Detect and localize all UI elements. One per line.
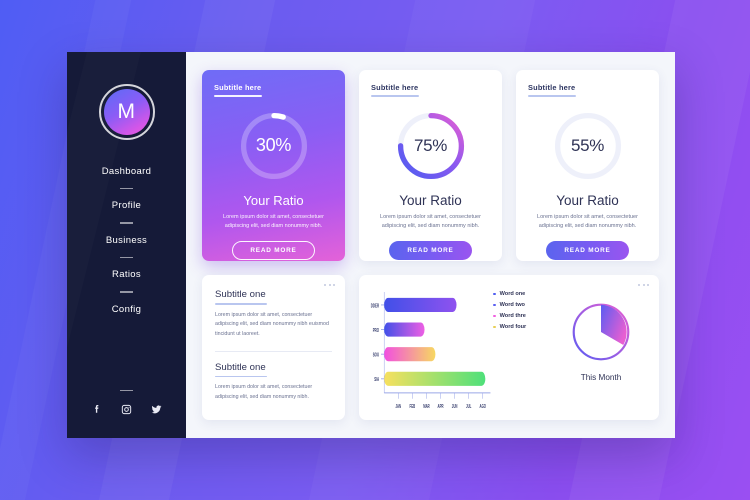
legend-item: Word two bbox=[493, 302, 551, 308]
legend-dot-icon bbox=[493, 325, 496, 329]
svg-text:SOU: SOU bbox=[373, 352, 379, 358]
ratio-cards-row: Subtitle here 30% Your Ratio Lorem ipsum… bbox=[202, 70, 659, 261]
legend-item: Word thre bbox=[493, 313, 551, 319]
ratio-title-3: Your Ratio bbox=[556, 192, 619, 208]
more-options-icon[interactable] bbox=[324, 284, 335, 286]
card-subtitle-rule bbox=[214, 95, 262, 97]
bar-chart: DDER PRO SOU SIA JAN FEB MAR APR JUN JUL… bbox=[365, 285, 493, 414]
card-subtitle-text: Subtitle here bbox=[371, 83, 419, 92]
nav-divider bbox=[120, 291, 133, 293]
read-more-button-2[interactable]: READ MORE bbox=[389, 240, 472, 260]
section-body-2: Lorem ipsum dolor sit amet, consectetuer… bbox=[215, 384, 313, 401]
charts-card: DDER PRO SOU SIA JAN FEB MAR APR JUN JUL… bbox=[359, 275, 659, 420]
svg-text:PRO: PRO bbox=[373, 327, 380, 333]
main-panel: Subtitle here 30% Your Ratio Lorem ipsum… bbox=[186, 52, 675, 438]
read-more-button-1[interactable]: READ MORE bbox=[232, 240, 315, 260]
legend-label: Word four bbox=[499, 324, 527, 330]
ratio-card-3: Subtitle here 55% Your Ratio Lorem ipsum… bbox=[516, 70, 659, 261]
card-subtitle-rule bbox=[371, 95, 419, 97]
sidebar-item-config[interactable]: Config bbox=[108, 302, 146, 317]
donut-chart-3: 55% bbox=[550, 108, 626, 184]
nav-divider bbox=[120, 188, 133, 190]
legend-label: Word two bbox=[499, 302, 525, 308]
social-links bbox=[90, 403, 163, 416]
card-subtitle-text: Subtitle here bbox=[528, 83, 576, 92]
ratio-card-2: Subtitle here 75% Your Ratio Lorem ipsum… bbox=[359, 70, 502, 261]
app-window: M Dashboard Profile Business Ratios Conf… bbox=[67, 52, 675, 438]
ratio-card-1: Subtitle here 30% Your Ratio Lorem ipsum… bbox=[202, 70, 345, 261]
ratio-description-3: Lorem ipsum dolor sit amet, consectetuer… bbox=[537, 213, 638, 230]
sidebar-footer bbox=[90, 381, 163, 416]
read-more-button-3[interactable]: READ MORE bbox=[546, 240, 629, 260]
section-divider bbox=[215, 350, 332, 352]
instagram-icon[interactable] bbox=[120, 403, 133, 416]
card-subtitle: Subtitle here bbox=[528, 83, 647, 97]
nav-divider bbox=[120, 389, 133, 391]
legend-label: Word thre bbox=[499, 313, 526, 319]
svg-text:DDER: DDER bbox=[371, 302, 380, 308]
legend-label: Word one bbox=[499, 291, 526, 297]
sidebar-nav: Dashboard Profile Business Ratios Config bbox=[98, 164, 156, 317]
legend-item: Word one bbox=[493, 291, 551, 297]
text-card: Subtitle one Lorem ipsum dolor sit amet,… bbox=[202, 275, 345, 420]
pie-chart-label: This Month bbox=[580, 373, 622, 382]
legend-dot-icon bbox=[493, 292, 496, 296]
card-subtitle-rule bbox=[528, 95, 576, 97]
section-title-1: Subtitle one bbox=[215, 289, 266, 300]
svg-text:FEB: FEB bbox=[410, 403, 416, 409]
sidebar-item-profile[interactable]: Profile bbox=[108, 198, 145, 213]
twitter-icon[interactable] bbox=[150, 403, 163, 416]
svg-text:MAR: MAR bbox=[423, 403, 429, 409]
nav-divider bbox=[120, 222, 133, 224]
bar-chart-legend: Word one Word two Word thre Word four bbox=[493, 285, 551, 414]
nav-divider bbox=[120, 256, 133, 259]
pie-chart bbox=[570, 301, 632, 363]
svg-text:JUN: JUN bbox=[452, 403, 458, 409]
section-rule bbox=[215, 303, 267, 305]
section-body-1: Lorem ipsum dolor sit amet, consectetuer… bbox=[215, 311, 329, 338]
bottom-row: Subtitle one Lorem ipsum dolor sit amet,… bbox=[202, 275, 659, 420]
donut-value-3: 55% bbox=[570, 135, 605, 155]
legend-item: Word four bbox=[493, 324, 551, 330]
svg-text:APR: APR bbox=[438, 403, 444, 409]
svg-text:JAN: JAN bbox=[395, 403, 401, 409]
ratio-description-1: Lorem ipsum dolor sit amet, consectetuer… bbox=[223, 213, 324, 230]
legend-dot-icon bbox=[493, 314, 496, 318]
svg-text:SIA: SIA bbox=[374, 376, 379, 382]
section-title-2: Subtitle one bbox=[215, 361, 266, 373]
text-section-2: Subtitle one Lorem ipsum dolor sit amet,… bbox=[215, 362, 332, 403]
card-subtitle: Subtitle here bbox=[371, 83, 490, 97]
donut-value-1: 30% bbox=[255, 135, 292, 156]
sidebar-item-business[interactable]: Business bbox=[102, 233, 151, 248]
sidebar: M Dashboard Profile Business Ratios Conf… bbox=[67, 52, 186, 438]
section-rule bbox=[215, 375, 267, 378]
avatar[interactable]: M bbox=[98, 84, 155, 140]
more-options-icon[interactable] bbox=[638, 284, 649, 286]
card-subtitle-text: Subtitle here bbox=[214, 83, 262, 92]
svg-text:AGO: AGO bbox=[480, 403, 487, 409]
donut-chart-1: 30% bbox=[236, 108, 312, 184]
donut-chart-2: 75% bbox=[393, 108, 469, 184]
text-section-1: Subtitle one Lorem ipsum dolor sit amet,… bbox=[215, 289, 332, 340]
ratio-description-2: Lorem ipsum dolor sit amet, consectetuer… bbox=[380, 213, 481, 230]
ratio-title-1: Your Ratio bbox=[243, 192, 304, 208]
ratio-title-2: Your Ratio bbox=[399, 192, 462, 208]
pie-chart-section: This Month bbox=[551, 285, 651, 414]
sidebar-item-ratios[interactable]: Ratios bbox=[108, 267, 145, 282]
donut-value-2: 75% bbox=[413, 135, 448, 155]
facebook-icon[interactable] bbox=[90, 403, 103, 416]
legend-dot-icon bbox=[493, 303, 496, 307]
sidebar-item-dashboard[interactable]: Dashboard bbox=[98, 164, 156, 179]
avatar-initial: M bbox=[103, 89, 150, 135]
svg-text:JUL: JUL bbox=[466, 403, 472, 409]
card-subtitle: Subtitle here bbox=[214, 83, 333, 97]
